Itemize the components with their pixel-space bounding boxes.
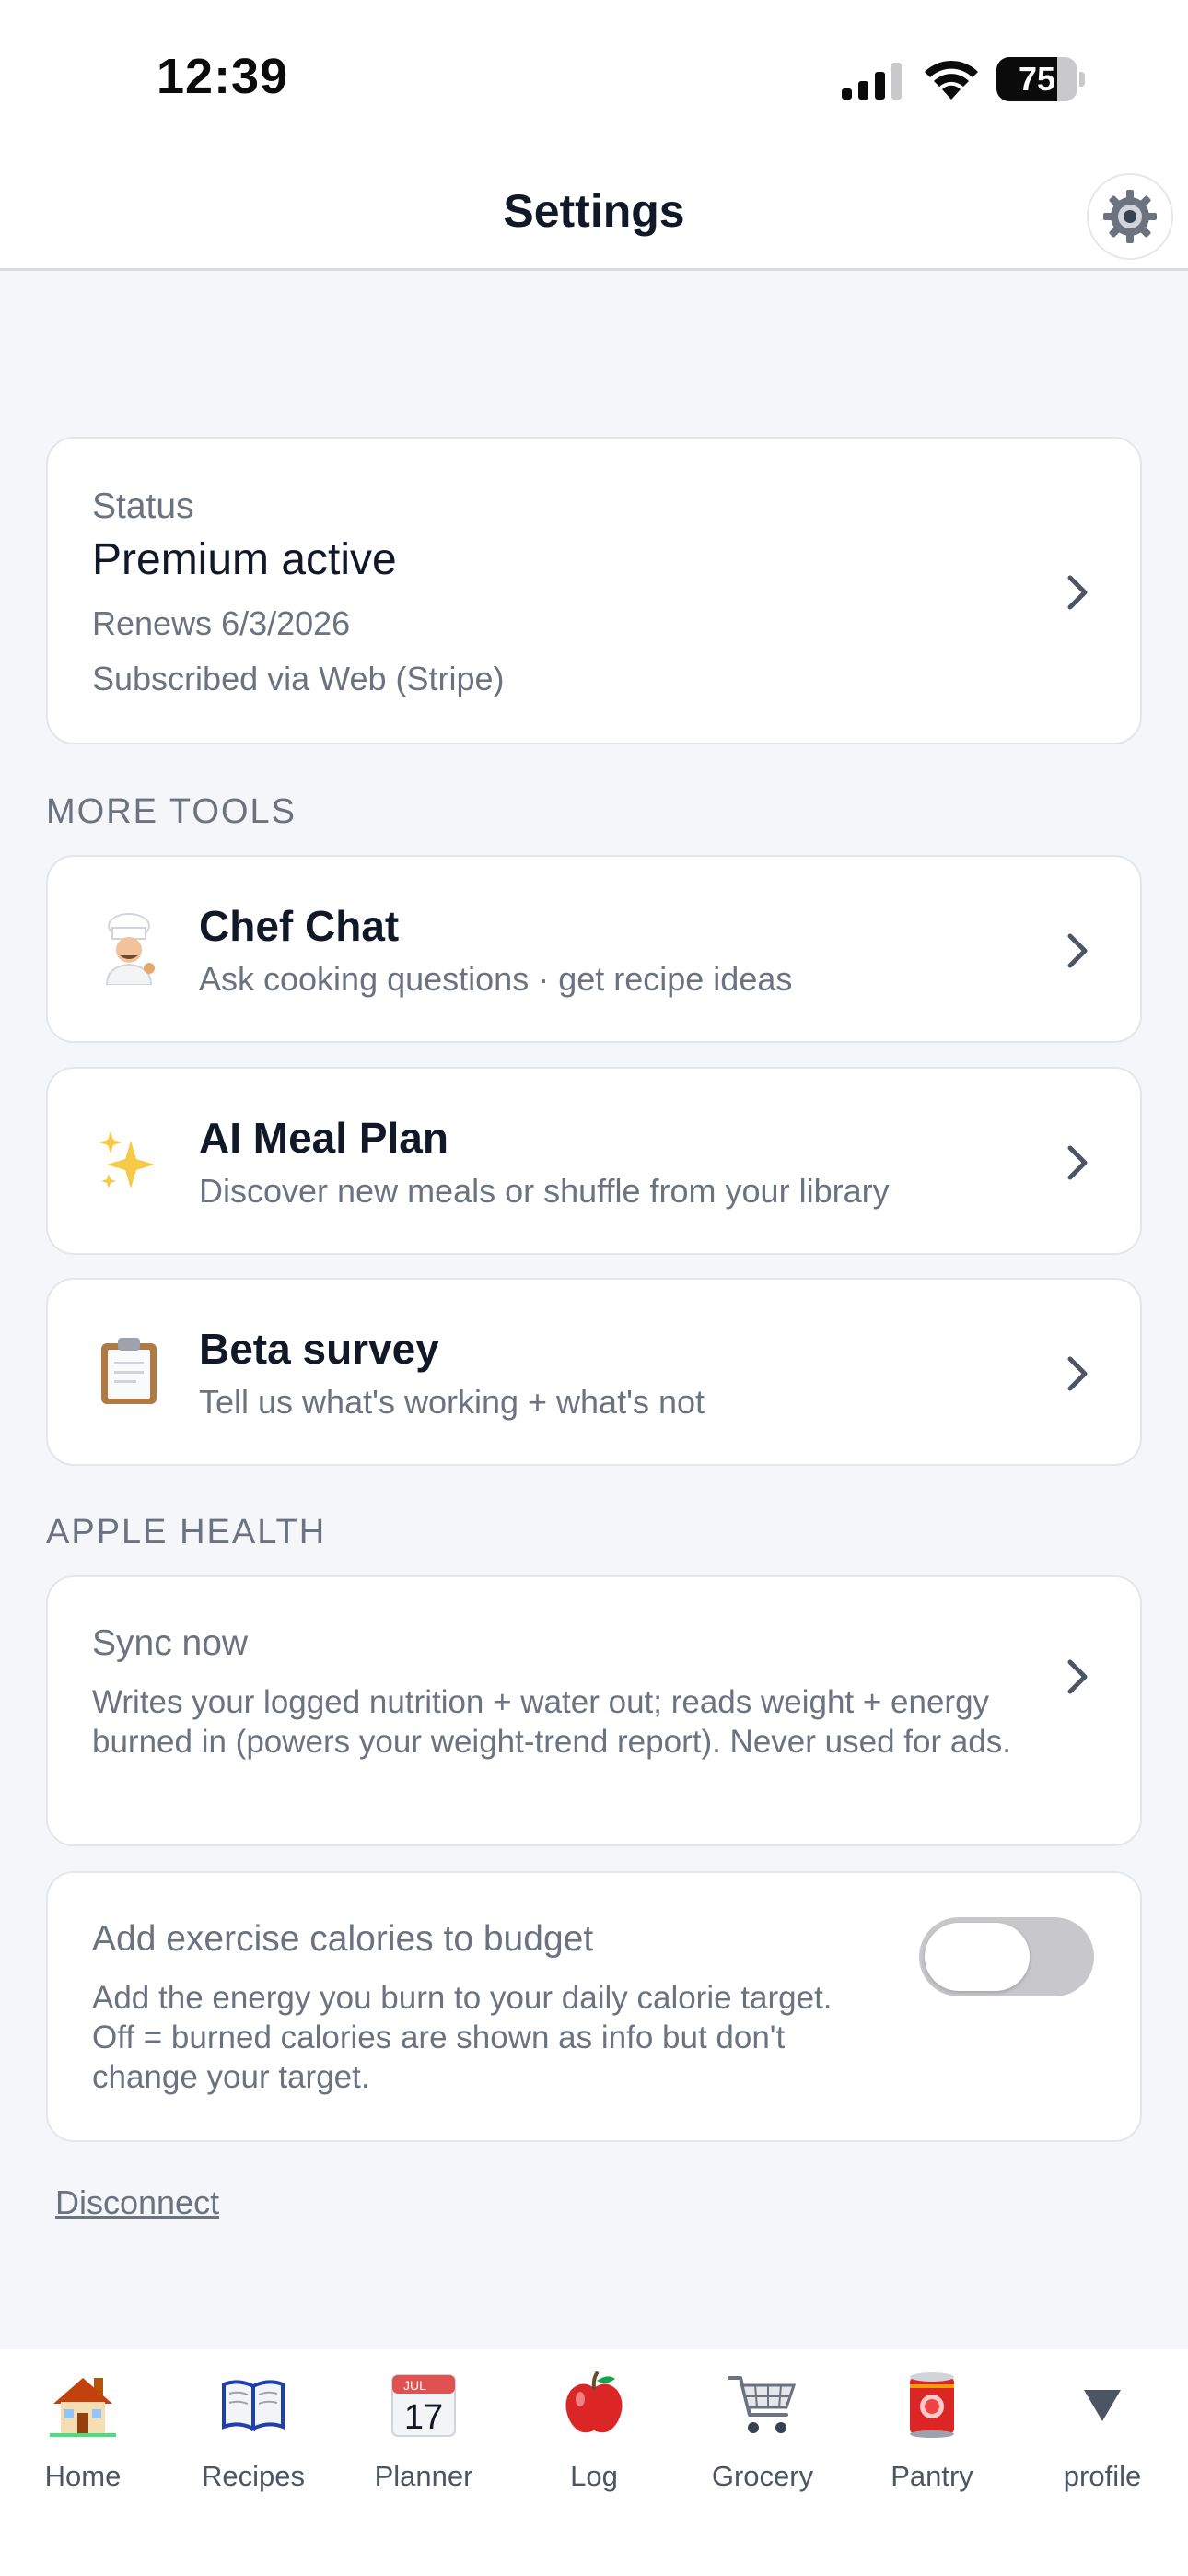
sync-now-card[interactable]: Sync now Writes your logged nutrition + … — [46, 1575, 1142, 1846]
tool-subtitle: Discover new meals or shuffle from your … — [199, 1172, 890, 1210]
tool-subtitle: Ask cooking questions · get recipe ideas — [199, 960, 793, 998]
settings-screen: 12:39 75 Settings Status Premium active … — [0, 0, 1188, 2576]
calendar-month: JUL — [403, 2378, 426, 2393]
chevron-right-icon — [1067, 1356, 1088, 1391]
subscription-status-card[interactable]: Status Premium active Renews 6/3/2026 Su… — [46, 437, 1142, 744]
house-icon — [46, 2368, 120, 2441]
exercise-calories-title: Add exercise calories to budget — [92, 1919, 594, 1959]
battery-icon: 75 — [996, 57, 1085, 101]
clipboard-icon — [92, 1335, 166, 1409]
tab-bar: Home Recipes JUL 17 Planner Log Grocery … — [0, 2349, 1188, 2576]
tab-grocery[interactable]: Grocery — [689, 2368, 836, 2524]
sync-now-title: Sync now — [92, 1623, 249, 1663]
battery-percent: 75 — [1018, 60, 1056, 98]
tab-home[interactable]: Home — [9, 2368, 157, 2524]
calendar-icon: JUL 17 — [387, 2368, 460, 2441]
section-label-more-tools: MORE TOOLS — [46, 792, 297, 831]
tab-label: Log — [570, 2460, 618, 2492]
cellular-signal-icon — [842, 63, 902, 100]
disconnect-link[interactable]: Disconnect — [55, 2184, 219, 2222]
renewal-date: Renews 6/3/2026 — [92, 604, 351, 642]
cart-icon — [726, 2368, 799, 2441]
beta-survey-card[interactable]: Beta survey Tell us what's working + wha… — [46, 1278, 1142, 1466]
tool-title: Chef Chat — [199, 902, 400, 950]
calendar-day: 17 — [404, 2398, 443, 2437]
header: Settings — [0, 157, 1188, 271]
ai-meal-plan-card[interactable]: AI Meal Plan Discover new meals or shuff… — [46, 1067, 1142, 1255]
can-icon — [895, 2368, 969, 2441]
tool-subtitle: Tell us what's working + what's not — [199, 1383, 705, 1421]
chef-icon — [92, 912, 166, 986]
triangle-down-icon — [1066, 2368, 1139, 2441]
gear-icon — [1103, 190, 1157, 243]
tab-recipes[interactable]: Recipes — [180, 2368, 327, 2524]
sync-now-description: Writes your logged nutrition + water out… — [92, 1684, 1011, 1760]
tab-label: Planner — [374, 2460, 473, 2492]
tab-label: Pantry — [891, 2460, 973, 2492]
wifi-icon — [925, 60, 978, 100]
tab-label: Grocery — [711, 2460, 814, 2492]
page-title: Settings — [503, 185, 685, 237]
chef-chat-card[interactable]: Chef Chat Ask cooking questions · get re… — [46, 855, 1142, 1043]
exercise-calories-toggle[interactable] — [919, 1917, 1094, 1996]
chevron-right-icon — [1067, 1659, 1088, 1694]
status-bar: 12:39 75 — [0, 0, 1188, 157]
book-icon — [216, 2368, 290, 2441]
toggle-knob — [925, 1923, 1030, 1991]
exercise-calories-card: Add exercise calories to budget Add the … — [46, 1871, 1142, 2142]
chevron-right-icon — [1067, 575, 1088, 610]
tool-title: AI Meal Plan — [199, 1114, 448, 1162]
tab-label: profile — [1063, 2460, 1142, 2492]
tab-log[interactable]: Log — [520, 2368, 668, 2524]
tab-pantry[interactable]: Pantry — [858, 2368, 1006, 2524]
tab-planner[interactable]: JUL 17 Planner — [350, 2368, 497, 2524]
chevron-right-icon — [1067, 1145, 1088, 1180]
chevron-right-icon — [1067, 933, 1088, 968]
status-value: Premium active — [92, 535, 397, 584]
tab-profile[interactable]: profile — [1029, 2368, 1176, 2524]
status-label: Status — [92, 486, 194, 526]
settings-gear-button[interactable] — [1087, 173, 1173, 260]
tab-label: Recipes — [202, 2460, 305, 2492]
exercise-calories-description: Add the energy you burn to your daily ca… — [92, 1980, 833, 2095]
section-label-apple-health: APPLE HEALTH — [46, 1513, 327, 1551]
subscription-source: Subscribed via Web (Stripe) — [92, 660, 505, 697]
status-time: 12:39 — [157, 49, 289, 104]
sparkles-icon — [92, 1124, 166, 1198]
tool-title: Beta survey — [199, 1325, 439, 1373]
tab-label: Home — [44, 2460, 122, 2492]
apple-icon — [557, 2368, 631, 2441]
